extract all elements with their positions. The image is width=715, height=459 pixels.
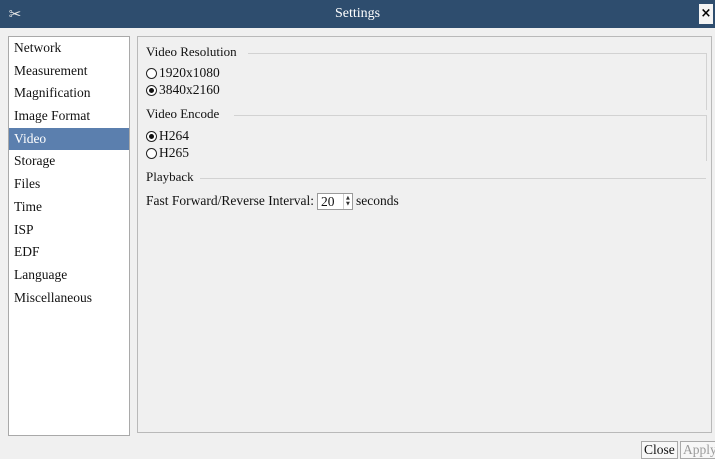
sidebar-item-edf[interactable]: EDF <box>9 241 129 264</box>
radio-label: 1920x1080 <box>159 65 220 80</box>
sidebar-item-measurement[interactable]: Measurement <box>9 60 129 83</box>
radio-button[interactable] <box>146 67 157 79</box>
sidebar-item-video[interactable]: Video <box>9 127 129 151</box>
sidebar-item-network[interactable]: Network <box>9 37 129 60</box>
sidebar-item-isp[interactable]: ISP <box>9 219 129 242</box>
sidebar-item-files[interactable]: Files <box>9 173 129 196</box>
group-divider <box>706 115 707 161</box>
group-divider <box>234 115 706 116</box>
group-divider <box>706 53 707 110</box>
sidebar-item-miscellaneous[interactable]: Miscellaneous <box>9 287 129 310</box>
sidebar-item-time[interactable]: Time <box>9 196 129 219</box>
group-divider <box>200 178 706 179</box>
sidebar-item-magnification[interactable]: Magnification <box>9 82 129 105</box>
spin-arrows-icon[interactable]: ▲ ▼ <box>342 193 352 209</box>
encode-option-h264[interactable]: H264 <box>146 127 189 145</box>
encode-option-h265[interactable]: H265 <box>146 144 189 162</box>
radio-button[interactable] <box>146 147 157 159</box>
group-divider <box>248 53 706 54</box>
radio-label: 3840x2160 <box>159 82 220 97</box>
window-title: Settings <box>334 6 381 21</box>
sidebar-item-storage[interactable]: Storage <box>9 150 129 173</box>
video-resolution-group-title: Video Resolution <box>146 44 237 59</box>
resolution-option-3840x2160[interactable]: 3840x2160 <box>146 81 220 99</box>
interval-value[interactable]: 20 <box>318 194 343 209</box>
settings-category-list: Network Measurement Magnification Image … <box>8 36 130 436</box>
sidebar-item-language[interactable]: Language <box>9 264 129 287</box>
playback-interval-row: Fast Forward/Reverse Interval: 20 ▲ ▼ sec… <box>146 192 399 210</box>
sidebar-item-image-format[interactable]: Image Format <box>9 105 129 128</box>
radio-button[interactable] <box>146 130 157 142</box>
video-settings-panel: Video Resolution 1920x1080 3840x2160 Vid… <box>137 36 712 433</box>
resolution-option-1920x1080[interactable]: 1920x1080 <box>146 64 220 82</box>
playback-group-title: Playback <box>146 169 194 184</box>
window-close-button[interactable]: × <box>699 4 713 24</box>
radio-button[interactable] <box>146 84 157 96</box>
video-encode-group-title: Video Encode <box>146 106 220 121</box>
interval-spinbox[interactable]: 20 ▲ ▼ <box>316 192 353 210</box>
title-bar: ✂ Settings × <box>0 0 715 28</box>
radio-label: H265 <box>159 145 189 160</box>
interval-unit: seconds <box>355 193 399 208</box>
apply-button[interactable]: Apply <box>680 441 715 459</box>
interval-label: Fast Forward/Reverse Interval: <box>146 193 314 208</box>
radio-label: H264 <box>159 128 189 143</box>
close-button[interactable]: Close <box>641 441 678 459</box>
